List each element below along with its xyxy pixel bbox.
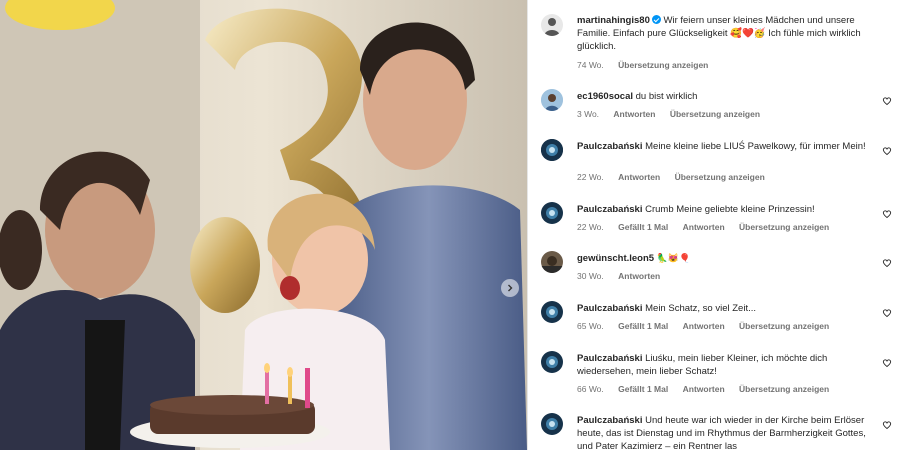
- comment-text: Crumb Meine geliebte kleine Prinzessin!: [645, 204, 815, 215]
- comment-meta: 22 Wo. Gefällt 1 Mal Antworten Übersetzu…: [577, 222, 841, 232]
- heart-outline-icon[interactable]: [882, 258, 892, 268]
- comments-panel: martinahingis80 Wir feiern unser kleines…: [527, 0, 900, 450]
- caption-time: 74 Wo.: [577, 60, 604, 70]
- comment-meta: 22 Wo. Antworten Übersetzung anzeigen: [577, 172, 777, 182]
- comment-text: Meine kleine liebe LIUŚ Pawelkowy, für i…: [645, 141, 866, 152]
- translate-link[interactable]: Übersetzung anzeigen: [739, 384, 829, 394]
- avatar[interactable]: [541, 351, 563, 373]
- comment-text-block: Paulczabański Liuśku, mein lieber Kleine…: [577, 352, 883, 378]
- heart-outline-icon[interactable]: [882, 209, 892, 219]
- translate-link[interactable]: Übersetzung anzeigen: [670, 109, 760, 119]
- comment-text: 🦜😻🎈: [656, 253, 691, 263]
- comment-username[interactable]: Paulczabański: [577, 303, 642, 314]
- comment-time: 66 Wo.: [577, 384, 604, 394]
- reply-link[interactable]: Antworten: [683, 321, 725, 331]
- likes-count[interactable]: Gefällt 1 Mal: [618, 222, 668, 232]
- caption-text-block: martinahingis80 Wir feiern unser kleines…: [577, 14, 883, 53]
- comment-username[interactable]: Paulczabański: [577, 353, 642, 364]
- reply-link[interactable]: Antworten: [683, 384, 725, 394]
- comment-username[interactable]: Paulczabański: [577, 415, 642, 426]
- translate-link[interactable]: Übersetzung anzeigen: [739, 321, 829, 331]
- post-photo: [0, 0, 527, 450]
- likes-count[interactable]: Gefällt 1 Mal: [618, 321, 668, 331]
- avatar[interactable]: [541, 202, 563, 224]
- heart-outline-icon[interactable]: [882, 96, 892, 106]
- caption-username[interactable]: martinahingis80: [577, 15, 650, 26]
- avatar[interactable]: [541, 139, 563, 161]
- comment-meta: 30 Wo. Antworten: [577, 271, 672, 281]
- comment-text-block: Paulczabański Und heute war ich wieder i…: [577, 414, 883, 450]
- translate-link[interactable]: Übersetzung anzeigen: [618, 60, 708, 70]
- verified-badge-icon: [651, 15, 661, 24]
- avatar[interactable]: [541, 251, 563, 273]
- comment-username[interactable]: ec1960socal: [577, 91, 633, 102]
- heart-outline-icon[interactable]: [882, 358, 892, 368]
- comment-text-block: Paulczabański Crumb Meine geliebte klein…: [577, 203, 883, 216]
- comment-text: du bist wirklich: [635, 91, 698, 102]
- comment-time: 30 Wo.: [577, 271, 604, 281]
- heart-outline-icon[interactable]: [882, 420, 892, 430]
- comment-text-block: gewünscht.leon5 🦜😻🎈: [577, 252, 883, 265]
- likes-count[interactable]: Gefällt 1 Mal: [618, 384, 668, 394]
- post-modal: martinahingis80 Wir feiern unser kleines…: [0, 0, 900, 450]
- next-photo-button[interactable]: [501, 279, 519, 297]
- comment-text-block: Paulczabański Meine kleine liebe LIUŚ Pa…: [577, 140, 883, 153]
- reply-link[interactable]: Antworten: [618, 172, 660, 182]
- translate-link[interactable]: Übersetzung anzeigen: [675, 172, 765, 182]
- caption-meta: 74 Wo. Übersetzung anzeigen: [577, 60, 720, 70]
- comment-username[interactable]: Paulczabański: [577, 204, 642, 215]
- avatar[interactable]: [541, 301, 563, 323]
- heart-outline-icon[interactable]: [882, 308, 892, 318]
- comment-time: 3 Wo.: [577, 109, 600, 119]
- birthday-photo-image: [0, 0, 527, 450]
- comment-text: Mein Schatz, so viel Zeit...: [645, 303, 756, 314]
- comment-meta: 66 Wo. Gefällt 1 Mal Antworten Übersetzu…: [577, 384, 841, 394]
- comment-username[interactable]: gewünscht.leon5: [577, 253, 654, 264]
- translate-link[interactable]: Übersetzung anzeigen: [739, 222, 829, 232]
- comment-text-block: ec1960socal du bist wirklich: [577, 90, 883, 103]
- comment-time: 65 Wo.: [577, 321, 604, 331]
- comment-meta: 3 Wo. Antworten Übersetzung anzeigen: [577, 109, 772, 119]
- comment-time: 22 Wo.: [577, 172, 604, 182]
- avatar[interactable]: [541, 14, 563, 36]
- heart-outline-icon[interactable]: [882, 146, 892, 156]
- reply-link[interactable]: Antworten: [683, 222, 725, 232]
- avatar[interactable]: [541, 413, 563, 435]
- comment-username[interactable]: Paulczabański: [577, 141, 642, 152]
- avatar[interactable]: [541, 89, 563, 111]
- comment-text-block: Paulczabański Mein Schatz, so viel Zeit.…: [577, 302, 883, 315]
- chevron-right-icon: [508, 284, 513, 292]
- reply-link[interactable]: Antworten: [613, 109, 655, 119]
- reply-link[interactable]: Antworten: [618, 271, 660, 281]
- comment-time: 22 Wo.: [577, 222, 604, 232]
- comment-meta: 65 Wo. Gefällt 1 Mal Antworten Übersetzu…: [577, 321, 841, 331]
